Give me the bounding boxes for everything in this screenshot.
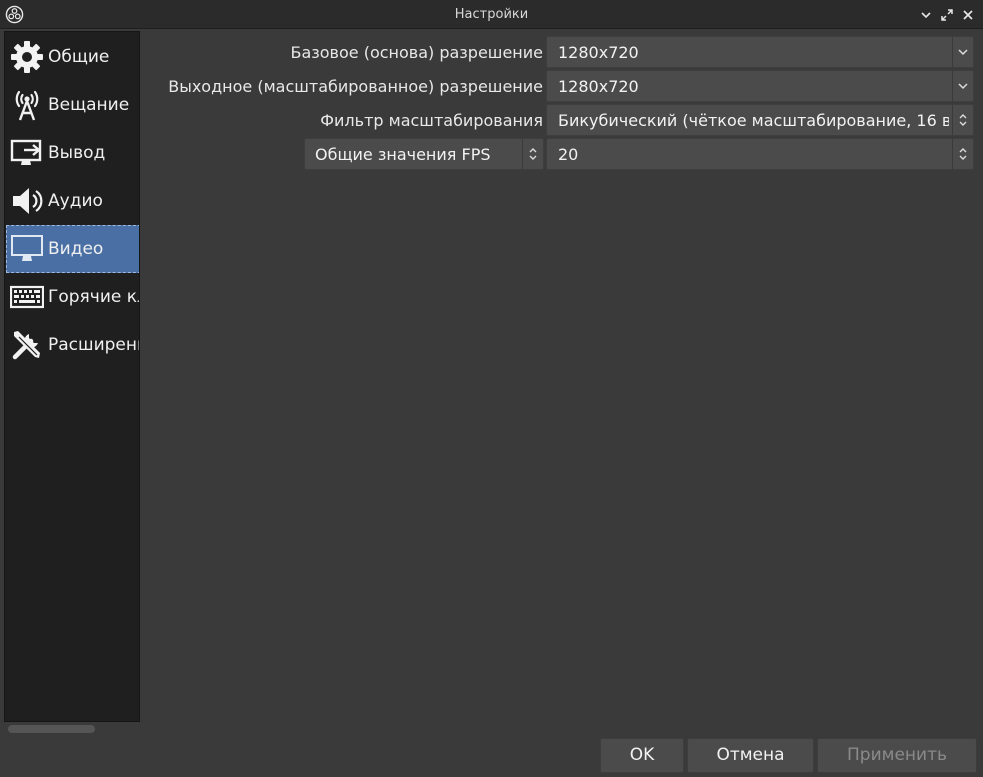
downscale-filter-label: Фильтр масштабирования [320,111,543,130]
output-resolution-label: Выходное (масштабированное) разрешение [168,77,543,96]
chevron-down-icon[interactable] [952,37,973,67]
sidebar-item-label: Расширенн [48,335,140,355]
sidebar-item-hotkeys[interactable]: Горячие кл [6,273,140,321]
title-bar: Настройки [0,0,983,29]
close-icon[interactable] [961,8,975,22]
broadcast-antenna-icon [9,87,45,123]
sidebar-item-label: Горячие кл [48,287,140,307]
settings-sidebar: Общие Вещание Вывод Аудио Видео Горячие … [4,31,140,722]
sidebar-horizontal-scrollbar[interactable] [4,722,140,736]
minimize-icon[interactable] [919,8,933,22]
sidebar-item-audio[interactable]: Аудио [6,177,139,225]
chevron-down-icon[interactable] [952,71,973,101]
updown-arrow-icon[interactable] [952,105,973,135]
tools-icon [9,327,45,363]
maximize-icon[interactable] [940,8,954,22]
fps-value: 20 [558,145,579,164]
window-title: Настройки [454,7,529,22]
apply-button[interactable]: Применить [817,738,977,773]
speaker-icon [9,183,45,219]
sidebar-item-advanced[interactable]: Расширенн [6,321,140,369]
sidebar-item-label: Вещание [48,95,130,115]
updown-arrow-icon[interactable] [952,139,973,169]
sidebar-item-stream[interactable]: Вещание [6,81,139,129]
fps-type-value: Общие значения FPS [315,145,491,164]
sidebar-item-output[interactable]: Вывод [6,129,139,177]
gear-icon [9,39,45,75]
cancel-button[interactable]: Отмена [687,738,814,773]
base-resolution-label: Базовое (основа) разрешение [290,43,543,62]
base-resolution-value: 1280x720 [558,43,639,62]
fps-type-combo[interactable]: Общие значения FPS [304,138,544,170]
sidebar-item-general[interactable]: Общие [6,33,139,81]
output-resolution-combo[interactable]: 1280x720 [546,70,974,102]
output-monitor-icon [9,135,45,171]
sidebar-item-video[interactable]: Видео [6,225,139,273]
sidebar-item-label: Вывод [48,143,106,163]
base-resolution-combo[interactable]: 1280x720 [546,36,974,68]
sidebar-item-label: Общие [48,47,110,67]
downscale-filter-value: Бикубический (чёткое масштабирование, 16… [558,111,949,130]
sidebar-item-label: Видео [48,239,104,259]
downscale-filter-combo[interactable]: Бикубический (чёткое масштабирование, 16… [546,104,974,136]
updown-arrow-icon[interactable] [522,139,543,169]
keyboard-icon [9,279,45,315]
sidebar-item-label: Аудио [48,191,103,211]
ok-button[interactable]: OK [600,738,684,773]
monitor-icon [9,231,45,267]
scrollbar-thumb[interactable] [8,725,95,733]
output-resolution-value: 1280x720 [558,77,639,96]
fps-value-combo[interactable]: 20 [546,138,974,170]
